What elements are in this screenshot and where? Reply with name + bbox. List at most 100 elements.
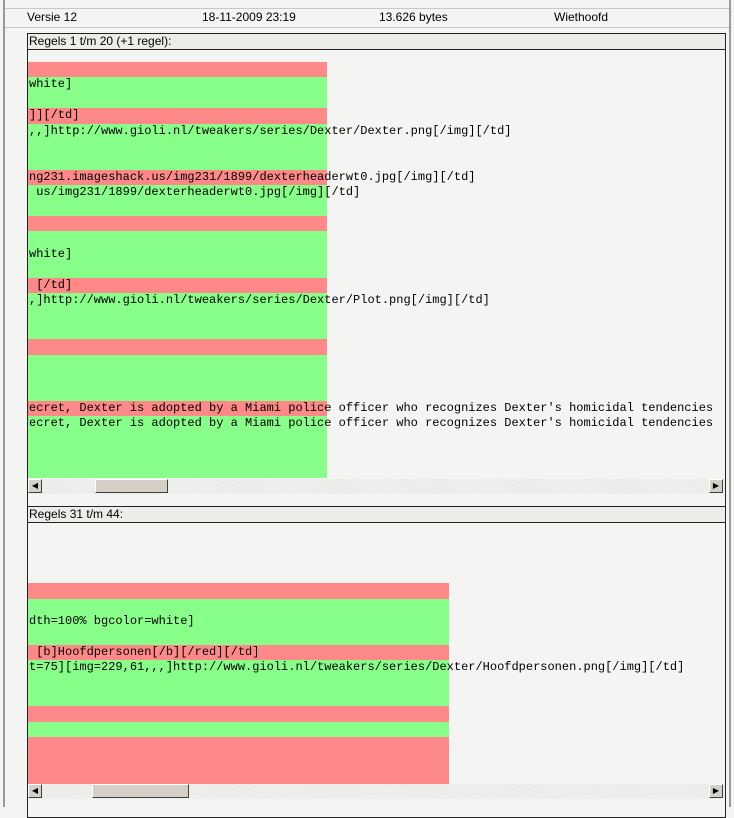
diff-panel-2: Regels 31 t/m 44: dth=100% bgcolor=white… <box>27 506 726 818</box>
diff-line-text <box>28 139 29 153</box>
diff-row-added: ecret, Dexter is adopted by a Miami poli… <box>28 416 725 432</box>
diff-rows: dth=100% bgcolor=white] [b]Hoofdpersonen… <box>28 523 725 799</box>
diff-row-added <box>28 691 725 707</box>
diff-line-text <box>28 706 29 720</box>
scroll-thumb[interactable] <box>95 479 168 493</box>
diff-row-added: white] <box>28 77 725 93</box>
diff-highlight <box>28 737 449 753</box>
diff-row-added <box>28 675 725 692</box>
diff-row-removed <box>28 62 725 78</box>
diff-row-added <box>28 431 725 448</box>
diff-line-text <box>28 768 29 782</box>
diff-line-text <box>28 753 29 767</box>
version-label: Versie 12 <box>27 10 78 24</box>
diff-highlight <box>28 139 327 155</box>
diff-line-text: ecret, Dexter is adopted by a Miami poli… <box>29 400 714 415</box>
diff-line-text: us/img231/1899/dexterheaderwt0.jpg[/img]… <box>29 185 361 200</box>
diff-line-text: dth=100% bgcolor=white] <box>29 614 195 629</box>
diff-line-text: ]][/td] <box>29 108 80 123</box>
diff-highlight <box>28 62 327 78</box>
diff-highlight <box>28 721 449 738</box>
diff-line-text <box>28 201 29 215</box>
diff-row-added: ,]http://www.gioli.nl/tweakers/series/De… <box>28 293 725 309</box>
version-date: 18-11-2009 23:19 <box>202 10 296 24</box>
diff-row-added <box>28 354 725 371</box>
diff-highlight <box>28 629 449 645</box>
diff-panel-title: Regels 1 t/m 20 (+1 regel): <box>28 34 725 50</box>
diff-row-removed <box>28 706 725 722</box>
diff-highlight <box>28 583 449 599</box>
horizontal-scrollbar[interactable]: ◀ ▶ <box>28 784 725 799</box>
scroll-right-button[interactable]: ▶ <box>709 784 723 798</box>
diff-row-removed: [b]Hoofdpersonen[/b][/red][/td] <box>28 644 725 661</box>
diff-row-added <box>28 139 725 155</box>
version-row[interactable]: Versie 12 18-11-2009 23:19 13.626 bytes … <box>5 8 729 28</box>
horizontal-scrollbar[interactable]: ◀ ▶ <box>28 479 725 494</box>
diff-line-text <box>28 691 29 705</box>
diff-row-added <box>28 308 725 324</box>
version-size: 13.626 bytes <box>379 10 448 24</box>
diff-row-context <box>28 568 725 583</box>
diff-highlight <box>28 385 327 401</box>
diff-line-text <box>28 676 29 690</box>
diff-line-text <box>28 737 29 751</box>
diff-row-removed <box>28 583 725 599</box>
diff-row-added <box>28 200 725 217</box>
window-border-right <box>729 0 731 807</box>
diff-panel-1: Regels 1 t/m 20 (+1 regel): white] ]][/td… <box>27 33 726 507</box>
diff-row-added <box>28 598 725 615</box>
diff-row-added <box>28 462 725 478</box>
diff-line-text <box>28 231 29 245</box>
diff-row-removed <box>28 339 725 355</box>
version-author[interactable]: Wiethoofd <box>554 10 608 24</box>
diff-row-added <box>28 447 725 463</box>
scroll-left-button[interactable]: ◀ <box>28 784 42 798</box>
diff-line-text <box>28 552 29 566</box>
diff-rows: white] ]][/td] ,,]http://www.gioli.nl/twea… <box>28 50 725 478</box>
diff-highlight <box>28 231 327 247</box>
diff-line-text: ,]http://www.gioli.nl/tweakers/series/De… <box>29 293 490 308</box>
diff-line-text <box>28 370 29 384</box>
diff-highlight <box>28 675 449 692</box>
diff-line-text <box>28 309 29 323</box>
diff-line-text <box>28 339 29 353</box>
diff-highlight <box>28 323 327 340</box>
diff-row-added: white] <box>28 246 725 263</box>
diff-highlight <box>28 277 327 294</box>
diff-line-text: ng231.imageshack.us/img231/1899/dexterhe… <box>29 169 476 184</box>
diff-line-text <box>28 568 29 582</box>
diff-row-added <box>28 721 725 738</box>
scroll-thumb[interactable] <box>92 784 189 798</box>
window-border-left <box>3 0 5 807</box>
diff-highlight <box>28 200 327 217</box>
diff-row-removed <box>28 768 725 784</box>
diff-line-text <box>28 386 29 400</box>
diff-line-text: white] <box>29 246 73 261</box>
diff-line-text <box>28 583 29 597</box>
diff-highlight <box>28 354 327 371</box>
diff-row-removed: ecret, Dexter is adopted by a Miami poli… <box>28 400 725 417</box>
diff-row-added: us/img231/1899/dexterheaderwt0.jpg[/img]… <box>28 185 725 201</box>
scroll-left-button[interactable]: ◀ <box>28 479 42 493</box>
diff-highlight <box>28 691 449 707</box>
diff-line-text <box>28 463 29 477</box>
diff-line-text: [/td] <box>29 277 73 292</box>
diff-row-added <box>28 385 725 401</box>
diff-line-text <box>28 62 29 76</box>
diff-row-added: ,,]http://www.gioli.nl/tweakers/series/D… <box>28 123 725 140</box>
diff-line-text <box>28 432 29 446</box>
diff-row-removed: [/td] <box>28 277 725 294</box>
scroll-right-button[interactable]: ▶ <box>709 479 723 493</box>
diff-row-removed: ng231.imageshack.us/img231/1899/dexterhe… <box>28 169 725 186</box>
diff-highlight <box>28 262 327 278</box>
diff-line-text: ecret, Dexter is adopted by a Miami poli… <box>29 416 714 431</box>
diff-row-added <box>28 323 725 340</box>
diff-line-text: [b]Hoofdpersonen[/b][/red][/td] <box>29 644 260 659</box>
diff-line-text <box>28 447 29 461</box>
diff-line-text <box>28 355 29 369</box>
diff-highlight <box>28 246 327 263</box>
diff-highlight <box>28 370 327 386</box>
diff-line-text <box>28 93 29 107</box>
diff-highlight <box>28 431 327 448</box>
diff-line-text: t=75][img=229,61,,,]http://www.gioli.nl/… <box>29 660 685 675</box>
